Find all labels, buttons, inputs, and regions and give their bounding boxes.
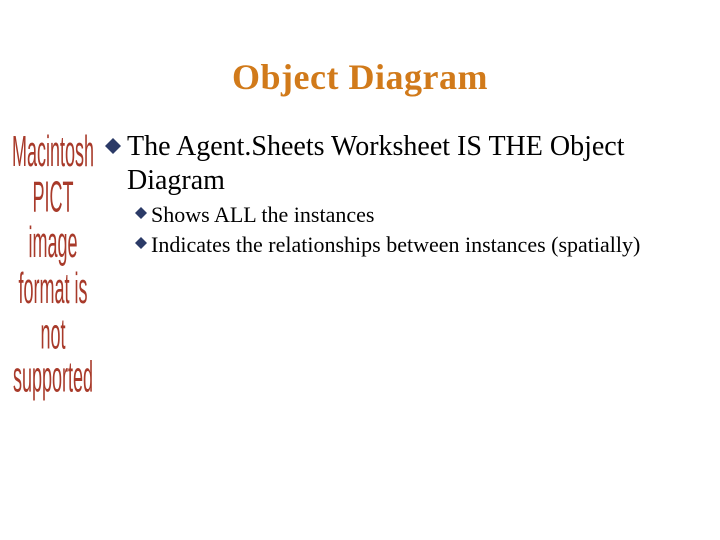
diamond-bullet-icon bbox=[135, 207, 147, 219]
bullet-level2: Indicates the relationships between inst… bbox=[135, 231, 685, 259]
bullet-level2-text: Shows ALL the instances bbox=[151, 201, 685, 229]
diamond-bullet-icon bbox=[135, 237, 147, 249]
bullet-level1: The Agent.Sheets Worksheet IS THE Object… bbox=[105, 130, 685, 258]
bullet-level2-group: Shows ALL the instances Indicates the re… bbox=[135, 201, 685, 258]
bullet-level1-text: The Agent.Sheets Worksheet IS THE Object… bbox=[127, 130, 685, 197]
bullet-level2-text: Indicates the relationships between inst… bbox=[151, 231, 685, 259]
slide-body: The Agent.Sheets Worksheet IS THE Object… bbox=[105, 130, 685, 266]
missing-image-placeholder: Macintosh PICT image format is not suppo… bbox=[8, 130, 98, 402]
diamond-bullet-icon bbox=[105, 138, 121, 154]
bullet-level2: Shows ALL the instances bbox=[135, 201, 685, 229]
slide: Object Diagram Macintosh PICT image form… bbox=[0, 0, 720, 540]
slide-title: Object Diagram bbox=[0, 56, 720, 98]
